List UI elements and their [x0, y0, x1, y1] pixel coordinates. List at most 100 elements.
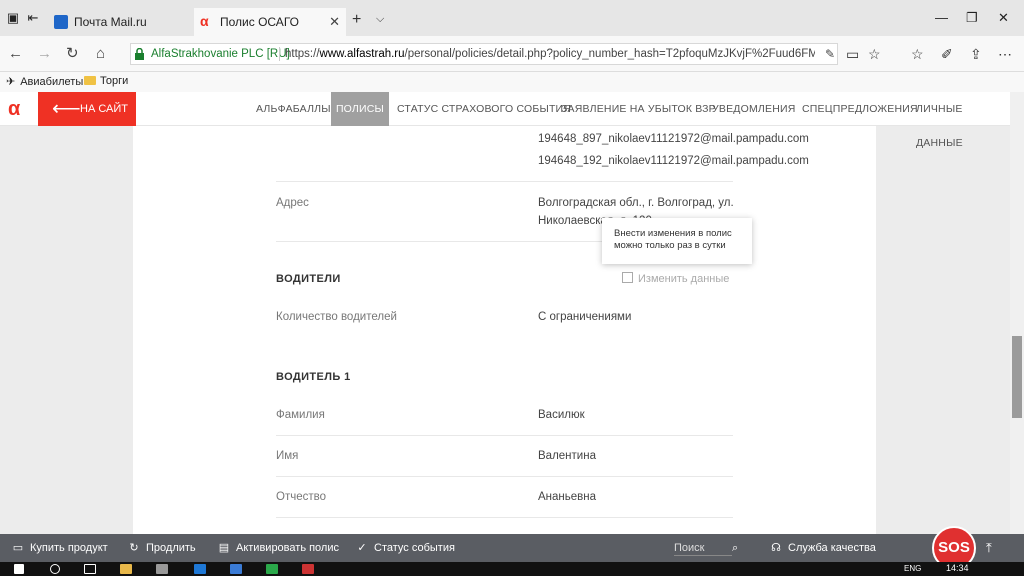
name-value: Валентина [538, 450, 596, 462]
patronymic-value: Ананьевна [538, 491, 597, 503]
drivers-count-value: С ограничениями [538, 311, 632, 323]
tabs-aside-icon[interactable]: ⇤ [26, 11, 40, 25]
more-icon[interactable]: ⋯ [998, 47, 1012, 61]
tab-actions-icon[interactable]: ▣ [6, 11, 20, 25]
back-arrow-icon: ⟵ [52, 98, 81, 120]
app-icon[interactable] [266, 564, 278, 574]
page-scrollbar[interactable] [1010, 92, 1024, 534]
name-label: Имя [276, 450, 299, 462]
tooltip-line: можно только раз в сутки [614, 240, 726, 251]
card-icon: ▭ [12, 542, 24, 554]
mail-favicon-icon [54, 15, 68, 29]
windows-taskbar: ENG 14:34 [0, 562, 1024, 576]
menu-alfaballs[interactable]: АЛЬФАБАЛЛЫ [256, 92, 331, 126]
tab-title: Полис ОСАГО [220, 15, 299, 29]
buy-product-button[interactable]: ▭ Купить продукт [12, 534, 108, 562]
event-status-button[interactable]: ✓ Статус события [356, 534, 455, 562]
close-tab-icon[interactable]: ✕ [329, 8, 340, 36]
divider [276, 517, 733, 518]
menu-loss-claim[interactable]: ЗАЯВЛЕНИЕ НА УБЫТОК ВЗР [561, 92, 716, 126]
menu-special-offers[interactable]: СПЕЦПРЕДЛОЖЕНИЯ [802, 92, 918, 126]
tab-osago[interactable]: α Полис ОСАГО ✕ [194, 8, 346, 36]
home-icon[interactable]: ⌂ [96, 46, 105, 62]
menu-personal-data[interactable]: ЛИЧНЫЕ ДАННЫЕ [916, 92, 1010, 149]
surname-label: Фамилия [276, 409, 325, 421]
email-value: 194648_897_nikolaev11121972@mail.pampadu… [538, 133, 809, 145]
restore-button[interactable]: ❐ [966, 10, 978, 26]
minimize-button[interactable]: — [935, 10, 948, 25]
scrollbar-thumb[interactable] [1012, 336, 1022, 418]
divider [276, 476, 733, 477]
close-window-button[interactable]: ✕ [998, 10, 1009, 26]
menu-policies[interactable]: ПОЛИСЫ [331, 92, 389, 126]
search-icon[interactable] [50, 564, 60, 574]
headset-icon: ☊ [771, 542, 781, 554]
edit-data-link[interactable]: Изменить данные [622, 272, 729, 285]
refresh-icon[interactable]: ↻ [66, 46, 79, 62]
tooltip-line: Внести изменения в полис [614, 228, 732, 239]
renew-button[interactable]: ↻ Продлить [128, 534, 195, 562]
edit-limit-tooltip: Внести изменения в полис можно только ра… [602, 218, 752, 264]
windows-start-icon[interactable] [14, 564, 24, 574]
drivers-heading: ВОДИТЕЛИ [276, 273, 341, 285]
patronymic-label: Отчество [276, 491, 326, 503]
plane-icon: ✈ [6, 76, 16, 88]
address-bar[interactable]: AlfaStrakhovanie PLC [RU] https://www.al… [130, 43, 838, 65]
favorite-star-icon[interactable]: ☆ [868, 47, 881, 61]
explorer-icon[interactable] [120, 564, 132, 574]
menu-notifications[interactable]: УВЕДОМЛЕНИЯ [712, 92, 796, 126]
app-icon[interactable] [302, 564, 314, 574]
menu-event-status[interactable]: СТАТУС СТРАХОВОГО СОБЫТИЯ [397, 92, 571, 126]
alfa-logo-icon[interactable]: α [8, 99, 28, 120]
edit-icon [622, 272, 633, 283]
edge-icon[interactable] [194, 564, 206, 574]
back-to-site-label: НА САЙТ [80, 103, 129, 115]
divider [276, 435, 733, 436]
site-identity: AlfaStrakhovanie PLC [RU] [151, 48, 290, 60]
drivers-count-label: Количество водителей [276, 311, 397, 323]
favorites-bar: ✈ Авиабилеты Торги [0, 72, 1024, 92]
document-icon: ▤ [218, 542, 230, 554]
site-header: α ⟵ НА САЙТ АЛЬФАБАЛЛЫ ПОЛИСЫ СТАТУС СТР… [0, 92, 1010, 149]
renew-icon: ↻ [129, 542, 139, 554]
clock[interactable]: 14:34 [946, 563, 969, 573]
reading-view-icon[interactable]: ✎ [825, 44, 835, 64]
favorite-torgi[interactable]: Торги [84, 75, 128, 87]
back-to-site-button[interactable]: ⟵ НА САЙТ [38, 92, 136, 126]
quality-service-button[interactable]: ☊ Служба качества [770, 534, 876, 562]
lock-icon [135, 47, 144, 60]
activate-policy-button[interactable]: ▤ Активировать полис [218, 534, 339, 562]
share-icon[interactable]: ⇪ [970, 47, 982, 61]
email-value: 194648_192_nikolaev11121972@mail.pampadu… [538, 155, 809, 167]
store-icon[interactable] [156, 564, 168, 574]
surname-value: Василюк [538, 409, 585, 421]
address-value-line1: Волгоградская обл., г. Волгоград, ул. [538, 197, 734, 209]
reading-mode-icon[interactable]: ▭ [846, 47, 859, 61]
policy-details-panel [133, 126, 876, 534]
service-bar: ▭ Купить продукт ↻ Продлить ▤ Активировать … [0, 534, 1024, 562]
mail-app-icon[interactable] [230, 564, 242, 574]
search-icon[interactable]: ⌕ [732, 534, 738, 562]
forward-arrow-icon[interactable]: → [37, 46, 52, 62]
scroll-top-icon[interactable]: ⤒ [986, 534, 1000, 562]
search-input[interactable]: Поиск [674, 540, 732, 556]
check-circle-icon: ✓ [357, 542, 367, 554]
new-tab-button[interactable]: + [352, 12, 361, 28]
driver1-heading: ВОДИТЕЛЬ 1 [276, 371, 351, 383]
task-view-icon[interactable] [84, 564, 96, 574]
folder-icon [84, 76, 96, 85]
chevron-down-icon[interactable]: ⌵ [376, 13, 384, 26]
web-note-icon[interactable]: ✐ [941, 47, 953, 61]
browser-tab-bar: ▣ ⇤ Почта Mail.ru α Полис ОСАГО ✕ + ⌵ — … [0, 0, 1024, 36]
address-label: Адрес [276, 197, 309, 209]
edit-data-label: Изменить данные [638, 273, 730, 285]
divider [276, 181, 733, 182]
url-text: https://www.alfastrah.ru/personal/polici… [285, 48, 815, 60]
language-indicator[interactable]: ENG [904, 564, 921, 573]
favorite-avia[interactable]: ✈ Авиабилеты [6, 75, 83, 88]
address-divider [279, 47, 280, 61]
favorites-hub-icon[interactable]: ☆ [911, 47, 924, 61]
back-arrow-icon[interactable]: ← [8, 46, 23, 62]
tab-mail[interactable]: Почта Mail.ru [48, 8, 194, 36]
tab-title: Почта Mail.ru [74, 15, 147, 29]
